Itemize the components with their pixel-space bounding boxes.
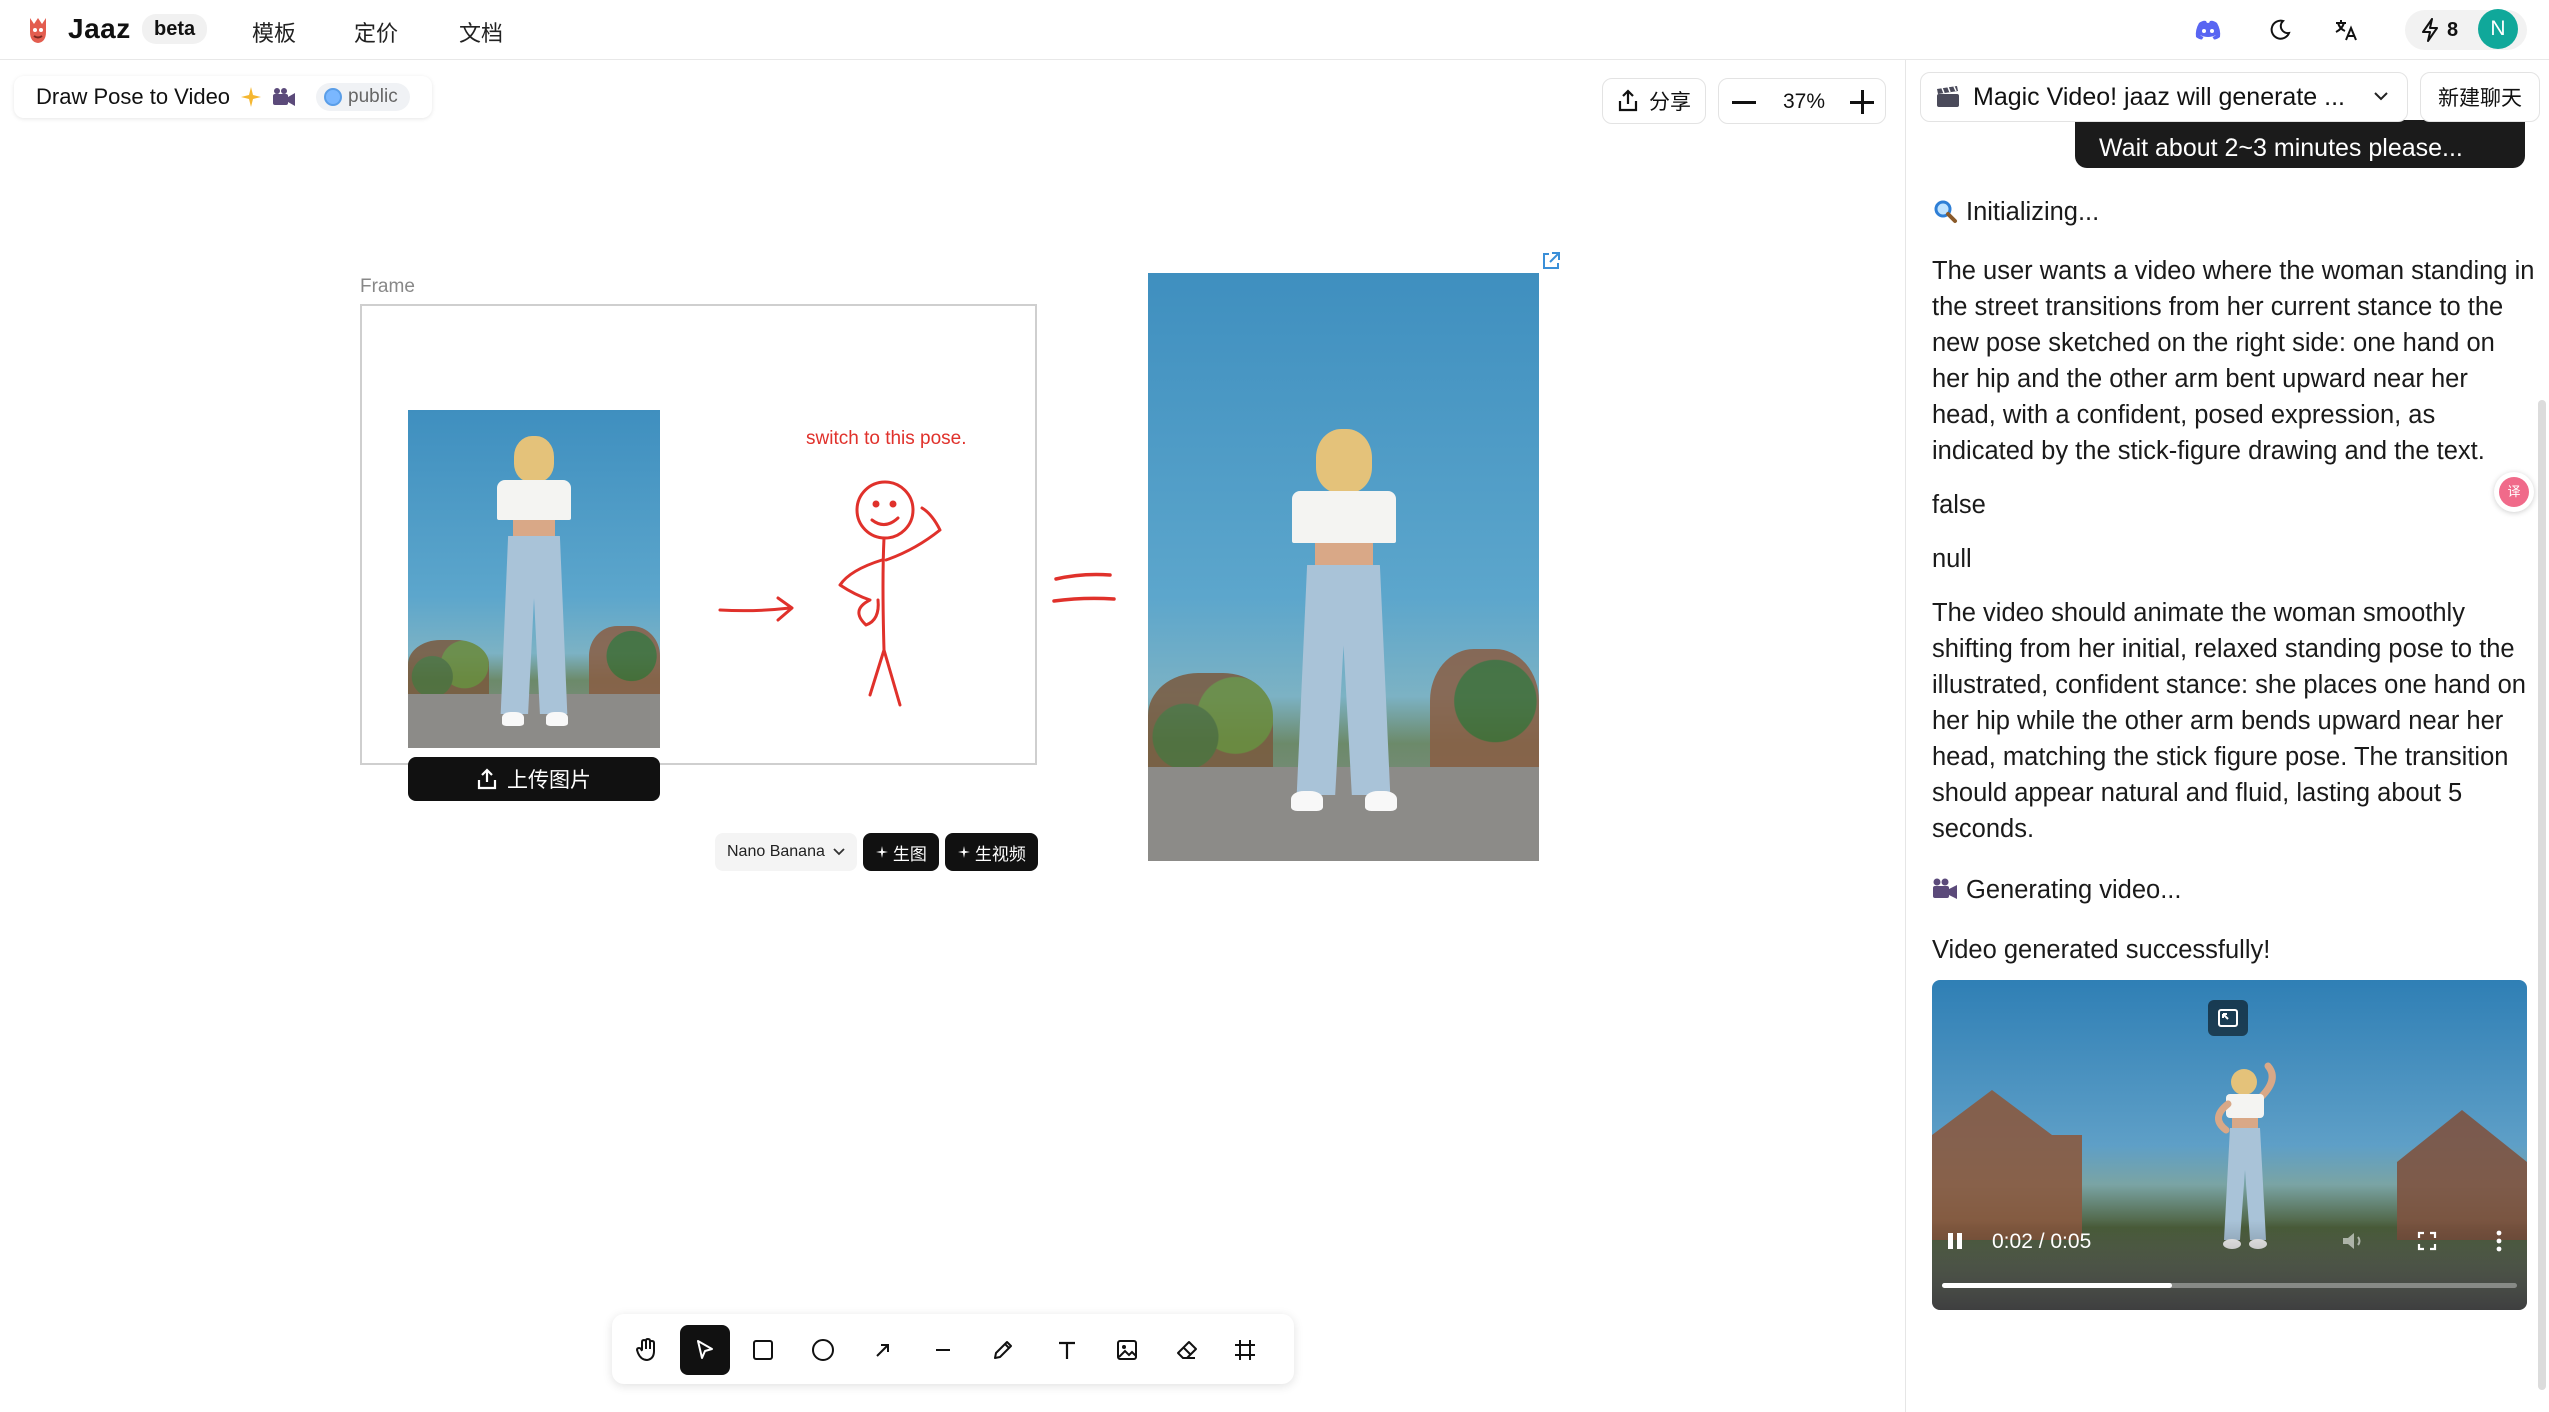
project-title-box[interactable]: Draw Pose to Video public	[14, 76, 432, 118]
dark-mode-icon[interactable]	[2264, 14, 2296, 46]
generate-image-button[interactable]: 生图	[862, 833, 939, 871]
more-options-icon[interactable]	[2484, 1226, 2514, 1256]
status-generating: Generating video...	[1932, 872, 2536, 908]
generated-video-player[interactable]: 0:02 / 0:05	[1932, 980, 2527, 1310]
chat-scrollbar[interactable]	[2538, 400, 2546, 1390]
upload-image-button[interactable]: 上传图片	[408, 757, 660, 801]
frame-action-bar: Nano Banana 生图 生视频	[715, 833, 1038, 871]
false-message: false	[1932, 491, 1986, 519]
beta-badge: beta	[142, 14, 208, 44]
visibility-label: public	[348, 86, 398, 107]
source-photo[interactable]	[408, 410, 660, 748]
equals-sketch[interactable]	[1050, 565, 1120, 615]
magnifier-icon	[1934, 200, 1957, 223]
pose-annotation[interactable]: switch to this pose.	[806, 428, 967, 450]
zoom-control: 37%	[1718, 78, 1886, 124]
photo-trees	[1148, 672, 1274, 779]
zoom-in-icon[interactable]	[1847, 87, 1877, 117]
generate-video-button[interactable]: 生视频	[944, 833, 1038, 871]
photo-trees	[1429, 649, 1539, 779]
ellipse-icon[interactable]	[798, 1325, 848, 1375]
clapperboard-icon	[1937, 86, 1959, 107]
zoom-out-icon[interactable]	[1729, 87, 1759, 117]
visibility-badge[interactable]: public	[316, 83, 410, 111]
reasoning-message: The user wants a video where the woman s…	[1932, 257, 2535, 465]
pause-icon[interactable]	[1940, 1226, 1970, 1256]
image-icon[interactable]	[1102, 1325, 1152, 1375]
top-header: Jaaz beta 模板 定价 文档 8 N	[0, 0, 2549, 60]
model-select[interactable]: Nano Banana	[715, 833, 857, 871]
chevron-down-icon	[833, 848, 845, 856]
sparkles-icon	[957, 846, 970, 858]
video-time: 0:02 / 0:05	[1992, 1230, 2092, 1253]
initializing-text: Initializing...	[1966, 198, 2100, 226]
photo-trees	[589, 626, 660, 701]
line-icon[interactable]	[918, 1325, 968, 1375]
sparkles-icon	[875, 846, 888, 858]
drawing-toolbar	[612, 1314, 1294, 1384]
generate-video-label: 生视频	[974, 844, 1026, 864]
jaaz-logo[interactable]	[24, 14, 52, 46]
video-camera-icon	[273, 88, 296, 106]
credit-count: 8	[2447, 19, 2459, 41]
user-message-bubble: Wait about 2~3 minutes please...	[2075, 120, 2525, 168]
translate-float-button[interactable]: 译	[2494, 472, 2534, 512]
success-message: Video generated successfully!	[1932, 936, 2271, 964]
share-label: 分享	[1649, 91, 1691, 114]
nav-pricing[interactable]: 定价	[354, 16, 398, 48]
translate-icon: 译	[2499, 477, 2529, 507]
new-chat-button[interactable]: 新建聊天	[2420, 72, 2540, 122]
fullscreen-icon[interactable]	[2412, 1226, 2442, 1256]
model-select-value: Nano Banana	[727, 843, 825, 860]
avatar[interactable]: N	[2478, 9, 2518, 49]
external-link-icon[interactable]	[1540, 250, 1562, 272]
upload-label: 上传图片	[507, 769, 591, 792]
globe-icon	[324, 88, 343, 106]
generate-image-label: 生图	[892, 844, 927, 864]
pencil-icon[interactable]	[978, 1325, 1028, 1375]
language-icon[interactable]	[2330, 14, 2362, 46]
frame-label[interactable]: Frame	[360, 276, 415, 298]
chevron-down-icon	[2374, 92, 2388, 101]
result-image[interactable]	[1148, 273, 1539, 861]
chat-panel: Wait about 2~3 minutes please... Magic V…	[1905, 60, 2549, 1412]
stick-figure-sketch[interactable]	[700, 470, 1020, 730]
arrow-icon[interactable]	[858, 1325, 908, 1375]
rectangle-icon[interactable]	[738, 1325, 788, 1375]
chat-session-title: Magic Video! jaaz will generate ...	[1973, 82, 2345, 111]
upload-icon	[477, 768, 497, 790]
video-progress-fill	[1942, 1283, 2172, 1288]
app-name[interactable]: Jaaz	[68, 13, 131, 45]
zoom-level[interactable]: 37%	[1769, 90, 1839, 114]
share-icon	[1618, 89, 1638, 112]
user-message-text: Wait about 2~3 minutes please...	[2099, 134, 2463, 162]
eraser-icon[interactable]	[1162, 1325, 1212, 1375]
share-button[interactable]: 分享	[1602, 78, 1706, 124]
bolt-icon	[2422, 18, 2438, 42]
project-title[interactable]: Draw Pose to Video	[36, 84, 230, 110]
video-prompt-message: The video should animate the woman smoot…	[1932, 599, 2526, 843]
video-houses	[1932, 1090, 2082, 1240]
nav-docs[interactable]: 文档	[459, 16, 503, 48]
chat-session-select[interactable]: Magic Video! jaaz will generate ...	[1920, 72, 2408, 122]
volume-icon[interactable]	[2338, 1226, 2368, 1256]
frame-icon[interactable]	[1220, 1325, 1270, 1375]
discord-icon[interactable]	[2192, 14, 2224, 46]
woman-figure	[484, 436, 584, 736]
video-camera-icon	[1933, 878, 1957, 899]
generating-text: Generating video...	[1966, 876, 2182, 904]
woman-figure	[1269, 429, 1419, 829]
picture-in-picture-icon[interactable]	[2208, 1000, 2248, 1036]
status-initializing: Initializing...	[1932, 194, 2536, 230]
hand-icon[interactable]	[622, 1325, 672, 1375]
sparkles-icon	[241, 87, 262, 107]
pointer-icon[interactable]	[680, 1325, 730, 1375]
nav-templates[interactable]: 模板	[252, 16, 296, 48]
video-progress-bar[interactable]	[1942, 1283, 2517, 1288]
text-icon[interactable]	[1042, 1325, 1092, 1375]
null-message: null	[1932, 545, 1972, 573]
photo-trees	[408, 639, 489, 701]
